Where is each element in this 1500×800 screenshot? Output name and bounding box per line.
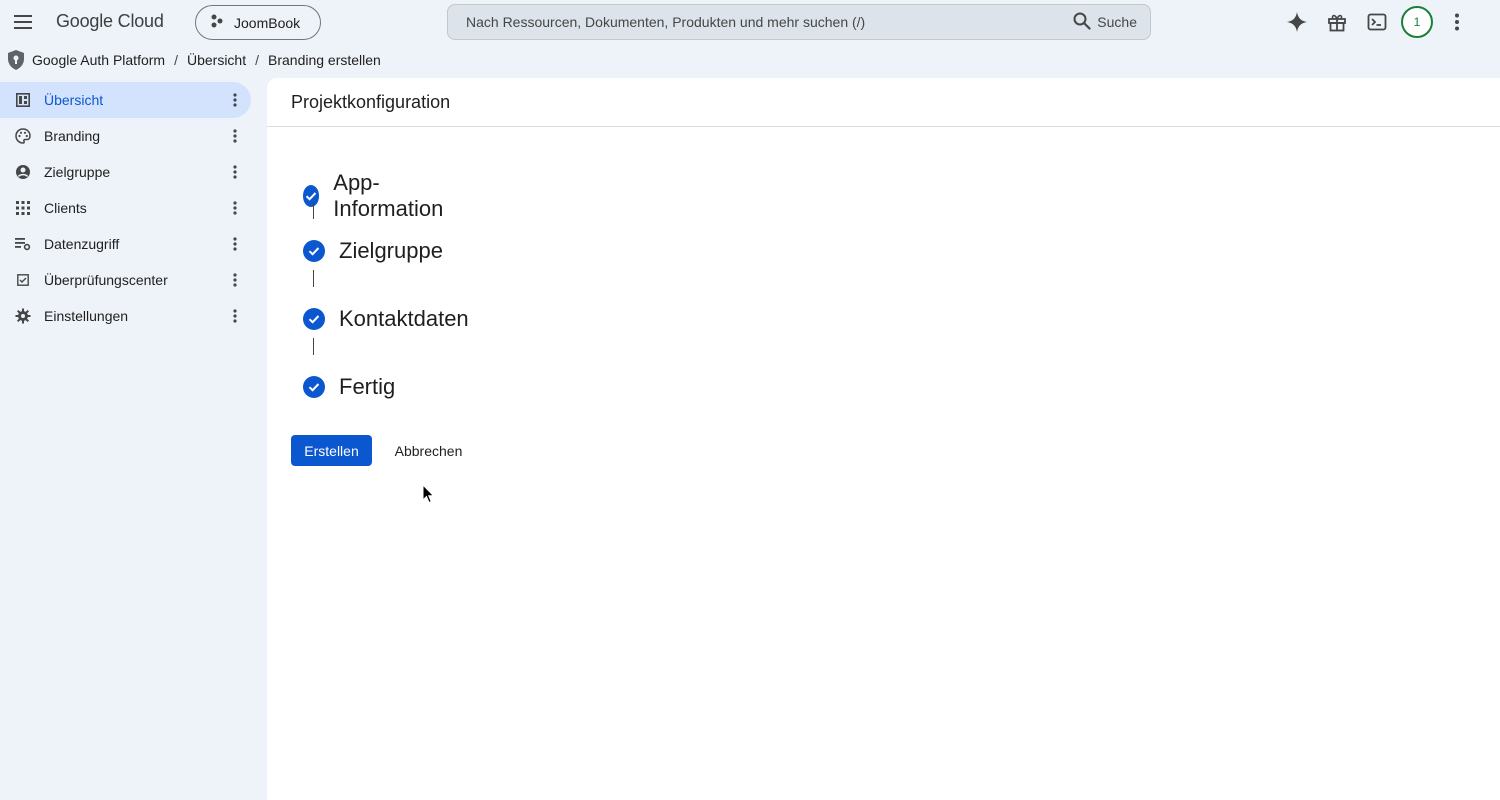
sidebar: Übersicht Branding Zielgruppe Clients Da… bbox=[0, 82, 251, 334]
check-circle-icon bbox=[303, 376, 325, 398]
sidebar-item-audience[interactable]: Zielgruppe bbox=[0, 154, 251, 190]
sidebar-item-label: Überprüfungscenter bbox=[44, 272, 168, 288]
step-finished[interactable]: Fertig bbox=[303, 374, 395, 400]
check-circle-icon bbox=[303, 240, 325, 262]
step-label: Kontaktdaten bbox=[339, 306, 469, 331]
search-button[interactable]: Suche bbox=[1073, 12, 1150, 33]
sidebar-item-label: Zielgruppe bbox=[44, 164, 111, 180]
project-name: JoomBook bbox=[234, 14, 301, 31]
sidebar-item-verification-center[interactable]: Überprüfungscenter bbox=[0, 262, 251, 298]
gemini-spark-icon[interactable] bbox=[1285, 10, 1309, 34]
more-vert-icon[interactable] bbox=[226, 270, 244, 290]
more-vert-icon[interactable] bbox=[226, 306, 244, 326]
more-vert-icon[interactable] bbox=[1445, 10, 1469, 34]
search-icon bbox=[1073, 12, 1091, 33]
breadcrumb-item-auth-platform[interactable]: Google Auth Platform bbox=[32, 52, 165, 68]
check-circle-icon bbox=[303, 308, 325, 330]
notification-avatar[interactable]: 1 bbox=[1401, 6, 1433, 38]
hamburger-menu-icon[interactable] bbox=[10, 9, 36, 35]
step-connector bbox=[313, 202, 314, 219]
account-circle-icon bbox=[15, 164, 31, 180]
more-vert-icon[interactable] bbox=[226, 90, 244, 110]
sidebar-item-overview[interactable]: Übersicht bbox=[0, 82, 251, 118]
sidebar-item-label: Clients bbox=[44, 200, 87, 216]
dashboard-icon bbox=[15, 92, 31, 108]
step-audience[interactable]: Zielgruppe bbox=[303, 238, 443, 264]
sidebar-item-label: Einstellungen bbox=[44, 308, 129, 324]
breadcrumb-item-overview[interactable]: Übersicht bbox=[187, 52, 246, 68]
gear-icon bbox=[15, 308, 31, 324]
project-icon bbox=[210, 14, 224, 31]
create-button[interactable]: Erstellen bbox=[291, 435, 372, 466]
project-selector[interactable]: JoomBook bbox=[195, 5, 321, 40]
breadcrumb: Google Auth Platform / Übersicht / Brand… bbox=[6, 49, 381, 71]
sidebar-item-data-access[interactable]: Datenzugriff bbox=[0, 226, 251, 262]
search-input[interactable] bbox=[448, 5, 1074, 39]
data-access-icon bbox=[15, 236, 31, 252]
page-title: Projektkonfiguration bbox=[267, 78, 1500, 127]
breadcrumb-separator: / bbox=[174, 52, 178, 68]
sidebar-item-label: Datenzugriff bbox=[44, 236, 120, 252]
palette-icon bbox=[15, 128, 31, 144]
sidebar-item-label: Branding bbox=[44, 128, 101, 144]
checkbox-icon bbox=[15, 272, 31, 288]
search-bar: Suche bbox=[447, 4, 1151, 40]
main-panel: Projektkonfiguration App-Information Zie… bbox=[267, 78, 1500, 800]
breadcrumb-item-current: Branding erstellen bbox=[268, 52, 381, 68]
auth-platform-shield-icon bbox=[6, 49, 26, 71]
sidebar-item-settings[interactable]: Einstellungen bbox=[0, 298, 251, 334]
apps-grid-icon bbox=[15, 200, 31, 216]
sidebar-item-branding[interactable]: Branding bbox=[0, 118, 251, 154]
top-bar: Google Cloud JoomBook Suche 1 bbox=[0, 0, 1500, 44]
step-label: App-Information bbox=[333, 170, 444, 221]
sidebar-item-clients[interactable]: Clients bbox=[0, 190, 251, 226]
step-label: Fertig bbox=[339, 374, 396, 399]
more-vert-icon[interactable] bbox=[226, 198, 244, 218]
cancel-button[interactable]: Abbrechen bbox=[380, 435, 477, 466]
check-circle-icon bbox=[303, 185, 320, 207]
sidebar-item-label: Übersicht bbox=[44, 92, 104, 108]
more-vert-icon[interactable] bbox=[226, 234, 244, 254]
more-vert-icon[interactable] bbox=[226, 126, 244, 146]
gift-icon[interactable] bbox=[1325, 10, 1349, 34]
breadcrumb-separator: / bbox=[255, 52, 259, 68]
step-contact-data[interactable]: Kontaktdaten bbox=[303, 306, 469, 332]
step-connector bbox=[313, 338, 314, 355]
step-label: Zielgruppe bbox=[339, 238, 443, 263]
cloud-shell-icon[interactable] bbox=[1365, 10, 1389, 34]
search-button-label: Suche bbox=[1097, 14, 1137, 30]
step-app-information[interactable]: App-Information bbox=[303, 170, 449, 222]
step-connector bbox=[313, 270, 314, 287]
more-vert-icon[interactable] bbox=[226, 162, 244, 182]
google-cloud-logo[interactable]: Google Cloud bbox=[56, 11, 164, 32]
mouse-cursor-icon bbox=[422, 483, 436, 504]
